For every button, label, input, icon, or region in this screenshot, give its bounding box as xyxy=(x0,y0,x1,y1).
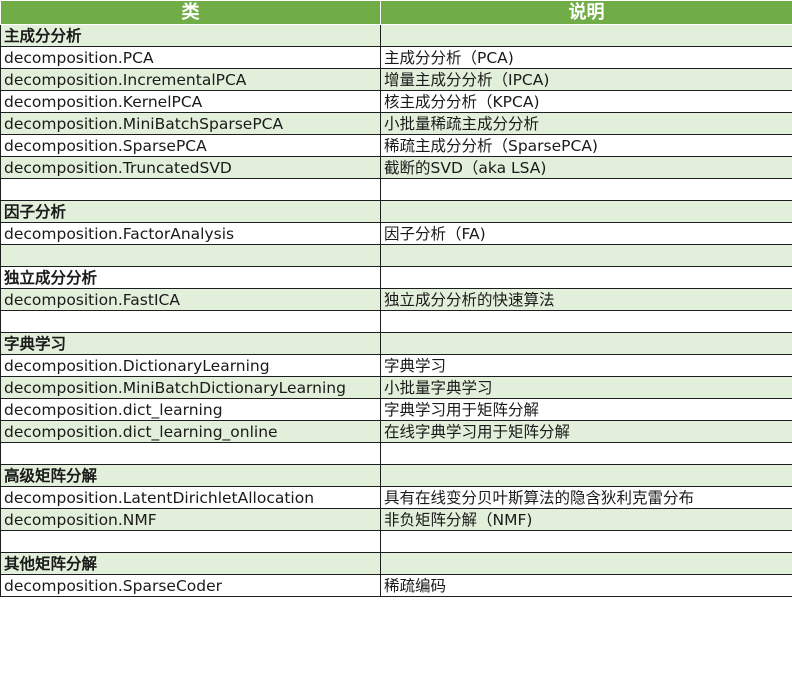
blank-row xyxy=(0,530,792,553)
description-cell: 字典学习 xyxy=(380,354,792,377)
table-body: 主成分分析 decomposition.PCA 主成分分析（PCA) decompos… xyxy=(0,24,792,597)
table-row: decomposition.SparsePCA 稀疏主成分分析（SparsePCA… xyxy=(0,134,792,157)
blank-row xyxy=(0,442,792,465)
description-cell xyxy=(380,200,792,223)
class-name-cell: decomposition.SparsePCA xyxy=(0,134,381,157)
blank-row xyxy=(0,178,792,201)
class-name-cell xyxy=(0,244,381,267)
table-row: decomposition.PCA 主成分分析（PCA) xyxy=(0,46,792,69)
description-cell xyxy=(380,244,792,267)
header-row: 类 说明 xyxy=(0,0,792,25)
description-cell: 在线字典学习用于矩阵分解 xyxy=(380,420,792,443)
description-cell: 增量主成分分析（IPCA) xyxy=(380,68,792,91)
table-row: decomposition.TruncatedSVD 截断的SVD（aka LSA… xyxy=(0,156,792,179)
description-cell: 截断的SVD（aka LSA) xyxy=(380,156,792,179)
table-row: decomposition.MiniBatchSparsePCA 小批量稀疏主成分… xyxy=(0,112,792,135)
table-row: decomposition.LatentDirichletAllocation 具… xyxy=(0,486,792,509)
section-title: 字典学习 xyxy=(0,332,381,355)
section-row: 主成分分析 xyxy=(0,24,792,47)
description-cell xyxy=(380,552,792,575)
description-cell: 稀疏主成分分析（SparsePCA) xyxy=(380,134,792,157)
table-row: decomposition.FastICA 独立成分分析的快速算法 xyxy=(0,288,792,311)
class-name-cell: decomposition.SparseCoder xyxy=(0,574,381,597)
description-cell: 核主成分分析（KPCA) xyxy=(380,90,792,113)
table-row: decomposition.IncrementalPCA 增量主成分分析（IPCA… xyxy=(0,68,792,91)
class-name-cell: decomposition.DictionaryLearning xyxy=(0,354,381,377)
description-cell xyxy=(380,266,792,289)
class-name-cell xyxy=(0,310,381,333)
class-name-cell: decomposition.IncrementalPCA xyxy=(0,68,381,91)
class-name-cell: decomposition.KernelPCA xyxy=(0,90,381,113)
class-name-cell: decomposition.MiniBatchDictionaryLearnin… xyxy=(0,376,381,399)
header-description: 说明 xyxy=(380,0,792,25)
description-cell xyxy=(380,442,792,465)
blank-row xyxy=(0,310,792,333)
table-row: decomposition.MiniBatchDictionaryLearnin… xyxy=(0,376,792,399)
class-name-cell: decomposition.TruncatedSVD xyxy=(0,156,381,179)
table-row: decomposition.dict_learning_online 在线字典学习… xyxy=(0,420,792,443)
section-title: 其他矩阵分解 xyxy=(0,552,381,575)
description-cell xyxy=(380,310,792,333)
section-row: 高级矩阵分解 xyxy=(0,464,792,487)
class-name-cell: decomposition.dict_learning_online xyxy=(0,420,381,443)
description-cell xyxy=(380,178,792,201)
description-cell xyxy=(380,464,792,487)
description-cell: 独立成分分析的快速算法 xyxy=(380,288,792,311)
description-cell xyxy=(380,24,792,47)
description-cell xyxy=(380,332,792,355)
table-row: decomposition.KernelPCA 核主成分分析（KPCA) xyxy=(0,90,792,113)
description-cell: 小批量稀疏主成分分析 xyxy=(380,112,792,135)
table-row: decomposition.SparseCoder 稀疏编码 xyxy=(0,574,792,597)
class-name-cell: decomposition.NMF xyxy=(0,508,381,531)
header-class: 类 xyxy=(0,0,381,25)
description-cell: 具有在线变分贝叶斯算法的隐含狄利克雷分布 xyxy=(380,486,792,509)
table-row: decomposition.FactorAnalysis 因子分析（FA) xyxy=(0,222,792,245)
description-cell xyxy=(380,530,792,553)
table-row: decomposition.dict_learning 字典学习用于矩阵分解 xyxy=(0,398,792,421)
table-row: decomposition.NMF 非负矩阵分解（NMF) xyxy=(0,508,792,531)
section-title: 高级矩阵分解 xyxy=(0,464,381,487)
description-cell: 因子分析（FA) xyxy=(380,222,792,245)
class-name-cell: decomposition.FactorAnalysis xyxy=(0,222,381,245)
class-name-cell: decomposition.MiniBatchSparsePCA xyxy=(0,112,381,135)
class-name-cell xyxy=(0,442,381,465)
section-title: 因子分析 xyxy=(0,200,381,223)
section-row: 字典学习 xyxy=(0,332,792,355)
description-cell: 非负矩阵分解（NMF) xyxy=(380,508,792,531)
description-cell: 主成分分析（PCA) xyxy=(380,46,792,69)
decomposition-table: 类 说明 主成分分析 decomposition.PCA 主成分分析（PCA) dec… xyxy=(0,0,792,597)
section-title: 独立成分分析 xyxy=(0,266,381,289)
blank-row xyxy=(0,244,792,267)
table-row: decomposition.DictionaryLearning 字典学习 xyxy=(0,354,792,377)
section-row: 独立成分分析 xyxy=(0,266,792,289)
class-name-cell: decomposition.PCA xyxy=(0,46,381,69)
description-cell: 稀疏编码 xyxy=(380,574,792,597)
description-cell: 小批量字典学习 xyxy=(380,376,792,399)
section-row: 其他矩阵分解 xyxy=(0,552,792,575)
class-name-cell xyxy=(0,530,381,553)
class-name-cell: decomposition.dict_learning xyxy=(0,398,381,421)
description-cell: 字典学习用于矩阵分解 xyxy=(380,398,792,421)
section-row: 因子分析 xyxy=(0,200,792,223)
class-name-cell xyxy=(0,178,381,201)
section-title: 主成分分析 xyxy=(0,24,381,47)
class-name-cell: decomposition.FastICA xyxy=(0,288,381,311)
class-name-cell: decomposition.LatentDirichletAllocation xyxy=(0,486,381,509)
